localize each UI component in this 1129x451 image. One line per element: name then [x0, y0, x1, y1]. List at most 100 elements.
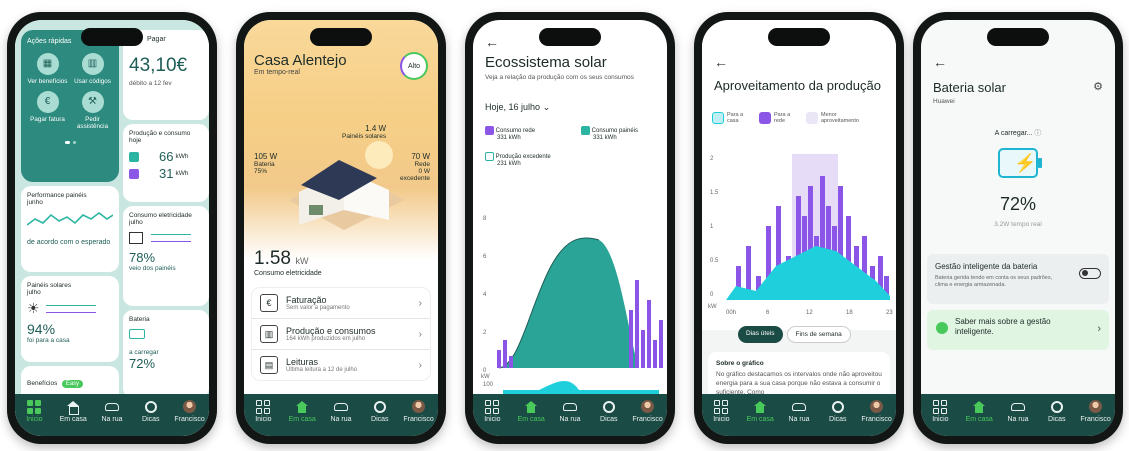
info-icon[interactable]: ⓘ: [1034, 130, 1041, 137]
tab-inicio[interactable]: Inicio: [16, 399, 52, 423]
grid-label: Rede: [414, 161, 430, 168]
about-title: Sobre o gráfico: [716, 360, 764, 367]
quick-codes[interactable]: ▥ Usar códigos: [72, 53, 113, 85]
tab-em-casa[interactable]: Em casa: [55, 399, 91, 423]
grid-icon: [27, 399, 42, 414]
tab-dicas[interactable]: Dicas: [1039, 399, 1075, 423]
performance-title: Performance painéis: [27, 192, 87, 199]
tab-francisco[interactable]: Francisco: [172, 399, 208, 423]
battery-screen: ← Bateria solar Huawei ⚙ A carregar... ⓘ…: [921, 20, 1115, 436]
tab-dicas[interactable]: Dicas: [820, 399, 856, 423]
panels-card[interactable]: Painéis solares julho ☀ 94% foi para a c…: [21, 276, 119, 362]
smart-title: Gestão inteligente da bateria: [935, 262, 1038, 271]
quick-benefits[interactable]: ▦ Ver benefícios: [27, 53, 68, 85]
tab-francisco[interactable]: Francisco: [1078, 399, 1114, 423]
level-gauge[interactable]: Alto: [400, 52, 428, 80]
legend-panels: Consumo painéis 331 kWh: [581, 126, 661, 141]
tab-em-casa[interactable]: Em casa: [284, 399, 320, 423]
tab-na-rua[interactable]: Na rua: [323, 399, 359, 423]
back-arrow-icon[interactable]: ←: [933, 54, 947, 70]
sun-icon: ☀: [27, 300, 40, 316]
charging-label: A carregar... ⓘ: [994, 130, 1042, 137]
weekdays-button[interactable]: Dias úteis: [738, 326, 783, 343]
tab-em-casa[interactable]: Em casa: [742, 399, 778, 423]
consumption-label: Consumo eletricidade: [254, 270, 322, 277]
tab-dicas[interactable]: Dicas: [362, 399, 398, 423]
notch: [539, 28, 601, 46]
date-selector[interactable]: Hoje, 16 julho ⌄: [485, 102, 550, 113]
tab-na-rua[interactable]: Na rua: [1000, 399, 1036, 423]
flow-arrows-icon: [45, 304, 96, 313]
electricity-card[interactable]: Consumo eletricidade julho 78% veio dos …: [123, 206, 209, 306]
euro-icon: €: [36, 91, 59, 114]
avatar: [1089, 400, 1103, 413]
y-tick-label: 2: [710, 156, 714, 162]
page-subtitle: Veja a relação da produção com os seus c…: [485, 74, 634, 81]
performance-card[interactable]: Performance painéis junho de acordo com …: [21, 186, 119, 272]
house-icon: [525, 400, 538, 413]
quick-actions-card: Ações rápidas ▦ Ver benefícios ▥ Usar códi…: [21, 30, 119, 182]
page-title: Bateria solar: [933, 80, 1006, 95]
battery-charging-icon: ⚡: [998, 148, 1042, 178]
tab-francisco[interactable]: Francisco: [630, 399, 666, 423]
back-arrow-icon[interactable]: ←: [485, 34, 499, 50]
smart-toggle[interactable]: [1079, 268, 1101, 279]
chevron-right-icon: ›: [418, 297, 422, 309]
tab-inicio[interactable]: Inicio: [245, 399, 281, 423]
production-row[interactable]: ▥ Produção e consumos 164 kWh produzidos …: [252, 319, 430, 350]
battery-icon: [129, 329, 145, 339]
grid-consumption-bar: [629, 310, 633, 368]
readings-row[interactable]: ▤ Leituras Última leitura a 12 de julho ›: [252, 350, 430, 380]
weekends-button[interactable]: Fins de semana: [786, 326, 851, 343]
tab-dicas[interactable]: Dicas: [133, 399, 169, 423]
car-icon: [791, 402, 806, 411]
tab-francisco[interactable]: Francisco: [859, 399, 895, 423]
bulb-icon: [936, 322, 948, 334]
tab-em-casa[interactable]: Em casa: [513, 399, 549, 423]
solar-watts: 1.4 W: [365, 124, 387, 133]
tab-na-rua[interactable]: Na rua: [94, 399, 130, 423]
tab-na-rua[interactable]: Na rua: [781, 399, 817, 423]
production-value: 66: [159, 149, 174, 164]
tab-dicas[interactable]: Dicas: [591, 399, 627, 423]
phone-home: Ações rápidas ▦ Ver benefícios ▥ Usar códi…: [7, 12, 217, 444]
solar-panel-icon: [129, 151, 139, 162]
gear-icon[interactable]: ⚙: [1093, 80, 1103, 93]
tab-inicio[interactable]: Inicio: [703, 399, 739, 423]
legend-excess: Produção excedente 231 kWh: [485, 152, 575, 167]
tab-em-casa[interactable]: Em casa: [961, 399, 997, 423]
em-casa-screen: Casa Alentejo Em tempo-real Alto 1.4 W P…: [244, 20, 438, 436]
barcode-icon: ▥: [81, 53, 104, 75]
avatar: [870, 400, 884, 413]
grid-consumption-bar: [635, 280, 639, 368]
quick-assist[interactable]: ⚒ Pedir assistência: [72, 91, 113, 130]
performance-month: junho: [27, 199, 43, 206]
tab-francisco[interactable]: Francisco: [401, 399, 437, 423]
grid-consumption-bar: [509, 356, 513, 368]
house-icon: [129, 232, 143, 244]
back-arrow-icon[interactable]: ←: [714, 54, 728, 70]
grid-icon: [933, 399, 948, 414]
production-card[interactable]: Produção e consumo hoje 66 kWh 31 kWh: [123, 124, 209, 202]
y-tick-label: 4: [483, 292, 487, 298]
grid-icon: [759, 112, 771, 124]
battery-card[interactable]: Bateria a carregar 72%: [123, 310, 209, 398]
car-icon: [1010, 402, 1025, 411]
chevron-down-icon: ⌄: [542, 102, 551, 112]
energy-menu: € Faturação Sem valor a pagamento › ▥ Pro…: [252, 288, 430, 380]
smart-text: Bateria gerida tendo em conta os seus pa…: [935, 275, 1053, 289]
electricity-pct: 78%: [129, 250, 156, 265]
grid-consumption-bar: [641, 330, 645, 368]
tab-inicio[interactable]: Inicio: [922, 399, 958, 423]
panels-area: [499, 237, 639, 368]
meter-icon: ▤: [260, 356, 278, 374]
quick-pay[interactable]: € Pagar fatura: [27, 91, 68, 130]
tab-inicio[interactable]: Inicio: [474, 399, 510, 423]
y-tick-label: 0.5: [710, 258, 719, 264]
realtime-label: Em tempo-real: [254, 69, 300, 76]
tab-na-rua[interactable]: Na rua: [552, 399, 588, 423]
billing-row[interactable]: € Faturação Sem valor a pagamento ›: [252, 288, 430, 319]
y-tick-label: 1.5: [710, 190, 719, 196]
learn-more-card[interactable]: Saber mais sobre a gestão inteligente. ›: [927, 310, 1109, 350]
house-icon: [712, 112, 724, 124]
